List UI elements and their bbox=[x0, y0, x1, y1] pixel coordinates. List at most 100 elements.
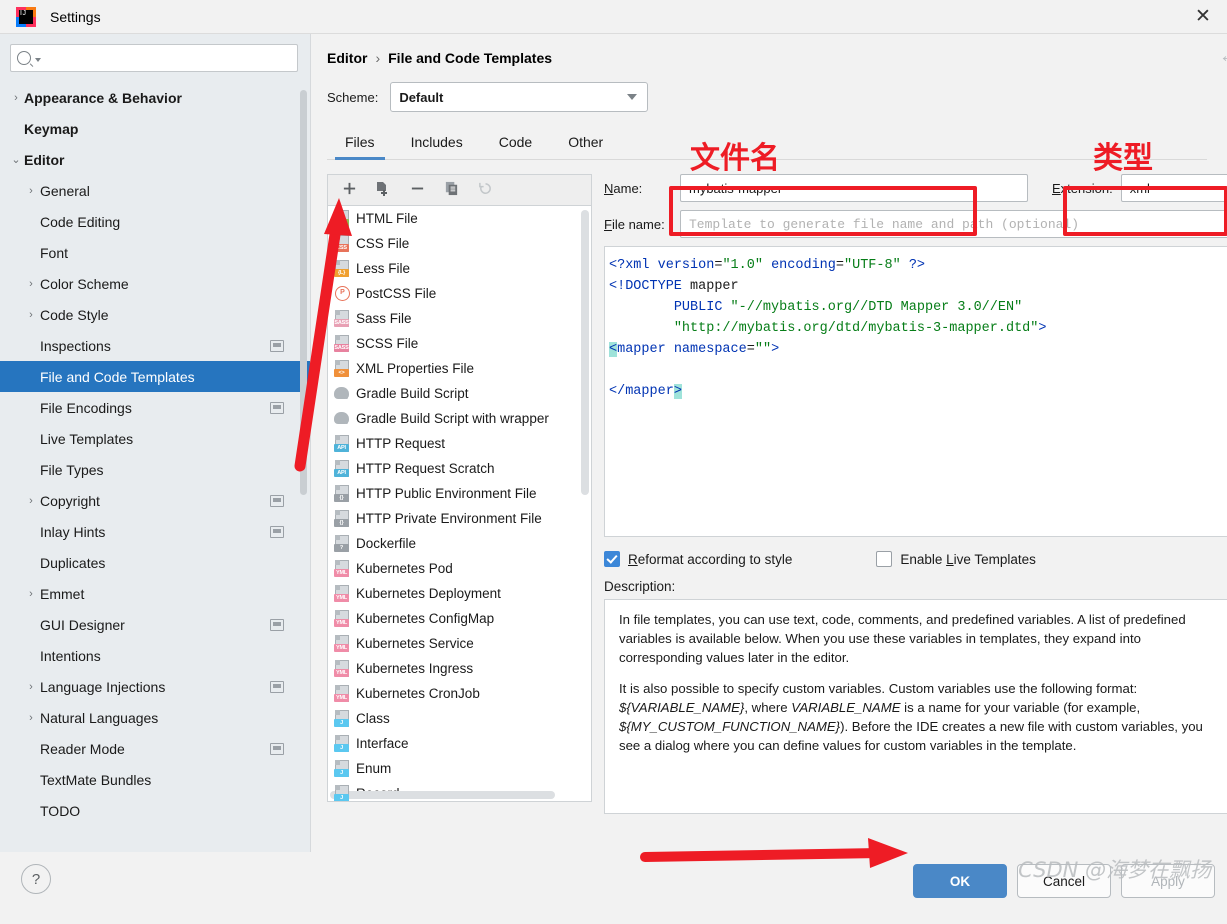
list-item-label: PostCSS File bbox=[356, 286, 437, 301]
sidebar-item-copyright[interactable]: › Copyright bbox=[0, 485, 310, 516]
sidebar-item-live-templates[interactable]: Live Templates bbox=[0, 423, 310, 454]
breadcrumb-parent[interactable]: Editor bbox=[327, 50, 367, 66]
sidebar-scrollbar-thumb[interactable] bbox=[300, 90, 307, 495]
sidebar-item-editor[interactable]: ⌄ Editor bbox=[0, 144, 310, 175]
sidebar-item-code-style[interactable]: › Code Style bbox=[0, 299, 310, 330]
template-name-input[interactable] bbox=[680, 174, 1028, 202]
list-item[interactable]: HTML File bbox=[328, 206, 591, 231]
tab-code[interactable]: Code bbox=[481, 130, 550, 159]
back-arrow-icon[interactable]: ← bbox=[1219, 46, 1227, 66]
sidebar-item-textmate-bundles[interactable]: TextMate Bundles bbox=[0, 764, 310, 795]
dockerfile-icon: ? bbox=[334, 535, 349, 552]
sidebar-item-general[interactable]: › General bbox=[0, 175, 310, 206]
list-item[interactable]: {} HTTP Public Environment File bbox=[328, 481, 591, 506]
java-class-icon: J bbox=[334, 710, 349, 727]
close-icon[interactable]: ✕ bbox=[1189, 3, 1217, 31]
list-item[interactable]: P PostCSS File bbox=[328, 281, 591, 306]
copy-template-icon[interactable] bbox=[442, 181, 460, 199]
list-item[interactable]: YML Kubernetes CronJob bbox=[328, 681, 591, 706]
list-item[interactable]: YML Kubernetes ConfigMap bbox=[328, 606, 591, 631]
add-template-icon[interactable] bbox=[340, 181, 358, 199]
scheme-row: Scheme: Default bbox=[327, 82, 1227, 112]
list-item[interactable]: <> XML Properties File bbox=[328, 356, 591, 381]
chevron-right-icon[interactable]: › bbox=[22, 712, 40, 724]
template-filename-input[interactable] bbox=[680, 210, 1227, 238]
list-item-label: Gradle Build Script with wrapper bbox=[356, 411, 549, 426]
sidebar-item-reader-mode[interactable]: Reader Mode bbox=[0, 733, 310, 764]
chevron-right-icon[interactable]: › bbox=[22, 278, 40, 290]
template-list-scrollbar[interactable] bbox=[581, 210, 589, 495]
sidebar-item-duplicates[interactable]: Duplicates bbox=[0, 547, 310, 578]
chevron-down-icon[interactable]: ⌄ bbox=[8, 153, 24, 166]
list-item[interactable]: Gradle Build Script bbox=[328, 381, 591, 406]
sidebar-item-natural-languages[interactable]: › Natural Languages bbox=[0, 702, 310, 733]
sidebar-item-color-scheme[interactable]: › Color Scheme bbox=[0, 268, 310, 299]
list-item[interactable]: Gradle Build Script with wrapper bbox=[328, 406, 591, 431]
sidebar-item-file-and-code-templates[interactable]: File and Code Templates bbox=[0, 361, 310, 392]
list-item[interactable]: YML Kubernetes Service bbox=[328, 631, 591, 656]
tab-includes[interactable]: Includes bbox=[393, 130, 481, 159]
sidebar-item-gui-designer[interactable]: GUI Designer bbox=[0, 609, 310, 640]
filename-label: File name: bbox=[604, 216, 665, 232]
remove-template-icon[interactable] bbox=[408, 181, 426, 199]
code-line: "http://mybatis.org/dtd/mybatis-3-mapper… bbox=[673, 321, 1047, 336]
sidebar-item-todo[interactable]: TODO bbox=[0, 795, 310, 826]
template-code-editor[interactable]: <?xml version="1.0" encoding="UTF-8" ?> <… bbox=[604, 246, 1227, 537]
search-box[interactable] bbox=[10, 44, 298, 72]
sidebar-item-emmet[interactable]: › Emmet bbox=[0, 578, 310, 609]
list-item[interactable]: CSS CSS File bbox=[328, 231, 591, 256]
list-item[interactable]: SASS Sass File bbox=[328, 306, 591, 331]
sidebar-item-inlay-hints[interactable]: Inlay Hints bbox=[0, 516, 310, 547]
sidebar-item-label: TextMate Bundles bbox=[40, 771, 152, 788]
create-template-from-file-icon[interactable] bbox=[374, 181, 392, 199]
sidebar-item-keymap[interactable]: Keymap bbox=[0, 113, 310, 144]
template-list[interactable]: HTML File CSS CSS File {L} Less File P PostCSS… bbox=[327, 205, 592, 802]
sidebar-item-code-editing[interactable]: Code Editing bbox=[0, 206, 310, 237]
chevron-right-icon[interactable]: › bbox=[22, 588, 40, 600]
sidebar-item-inspections[interactable]: Inspections bbox=[0, 330, 310, 361]
sidebar-item-label: Color Scheme bbox=[40, 275, 129, 292]
chevron-right-icon[interactable]: › bbox=[22, 309, 40, 321]
search-input[interactable] bbox=[41, 49, 291, 67]
live-templates-checkbox-label: Enable Live Templates bbox=[900, 551, 1036, 567]
list-item[interactable]: YML Kubernetes Deployment bbox=[328, 581, 591, 606]
reformat-checkbox[interactable]: Reformat according to style bbox=[604, 551, 792, 567]
sidebar-item-language-injections[interactable]: › Language Injections bbox=[0, 671, 310, 702]
sidebar-item-appearance-behavior[interactable]: › Appearance & Behavior bbox=[0, 82, 310, 113]
code-line: <mapper namespace=""> bbox=[609, 342, 780, 357]
chevron-right-icon[interactable]: › bbox=[8, 92, 24, 104]
http-request-file-icon: API bbox=[334, 435, 349, 452]
list-item[interactable]: API HTTP Request Scratch bbox=[328, 456, 591, 481]
desc-variable: ${MY_CUSTOM_FUNCTION_NAME} bbox=[619, 719, 841, 734]
list-item[interactable]: J Interface bbox=[328, 731, 591, 756]
sidebar-item-font[interactable]: Font bbox=[0, 237, 310, 268]
list-item[interactable]: {} HTTP Private Environment File bbox=[328, 506, 591, 531]
list-item[interactable]: J Enum bbox=[328, 756, 591, 781]
sidebar-item-label: Code Style bbox=[40, 306, 109, 323]
live-templates-checkbox[interactable]: Enable Live Templates bbox=[876, 551, 1036, 567]
list-item[interactable]: {L} Less File bbox=[328, 256, 591, 281]
chevron-right-icon[interactable]: › bbox=[22, 681, 40, 693]
list-item[interactable]: ? Dockerfile bbox=[328, 531, 591, 556]
template-list-hscrollbar[interactable] bbox=[330, 791, 555, 799]
list-item[interactable]: SASS SCSS File bbox=[328, 331, 591, 356]
template-form: Name: Extension: File name: <?xml versio… bbox=[592, 174, 1227, 814]
list-item[interactable]: YML Kubernetes Pod bbox=[328, 556, 591, 581]
sidebar-item-file-encodings[interactable]: File Encodings bbox=[0, 392, 310, 423]
chevron-right-icon[interactable]: › bbox=[22, 185, 40, 197]
chevron-right-icon[interactable]: › bbox=[22, 495, 40, 507]
list-item-label: HTTP Public Environment File bbox=[356, 486, 537, 501]
scheme-dropdown[interactable]: Default bbox=[390, 82, 649, 112]
template-extension-input[interactable] bbox=[1120, 174, 1227, 202]
ok-button[interactable]: OK bbox=[913, 864, 1007, 898]
list-item[interactable]: YML Kubernetes Ingress bbox=[328, 656, 591, 681]
list-item[interactable]: J Class bbox=[328, 706, 591, 731]
tab-other[interactable]: Other bbox=[550, 130, 621, 159]
sidebar-item-file-types[interactable]: File Types bbox=[0, 454, 310, 485]
tab-files[interactable]: Files bbox=[327, 130, 393, 160]
sidebar-item-label: Inspections bbox=[40, 337, 111, 354]
less-file-icon: {L} bbox=[334, 260, 349, 277]
list-item[interactable]: API HTTP Request bbox=[328, 431, 591, 456]
sidebar-item-intentions[interactable]: Intentions bbox=[0, 640, 310, 671]
